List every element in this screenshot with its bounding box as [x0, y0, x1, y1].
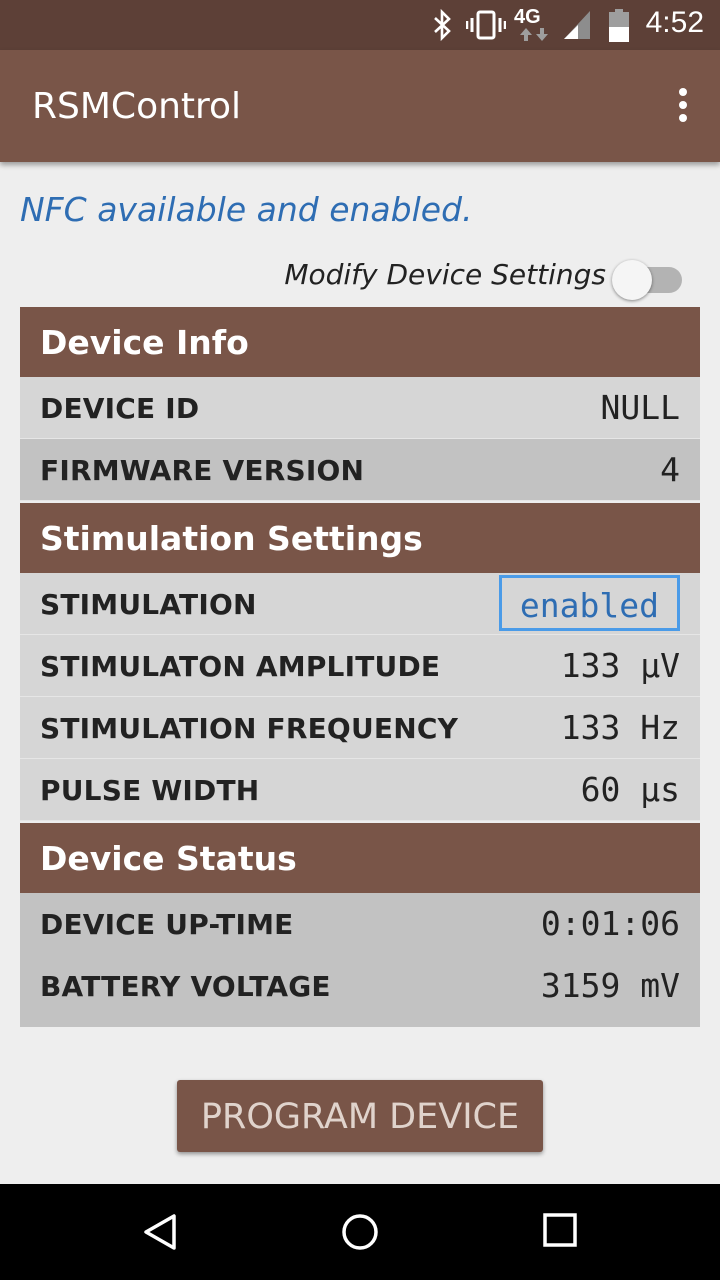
- stimulation-value-field[interactable]: enabled: [498, 575, 680, 631]
- firmware-version-value: 4: [660, 450, 680, 489]
- battery-voltage-label: BATTERY VOLTAGE: [40, 970, 331, 1003]
- row-device-id: DEVICE ID NULL: [20, 377, 700, 439]
- pulse-width-label: PULSE WIDTH: [40, 774, 260, 807]
- device-id-value: NULL: [600, 388, 680, 427]
- navigation-bar: [0, 1184, 720, 1280]
- stimulation-amplitude-label: STIMULATON AMPLITUDE: [40, 650, 441, 683]
- section-header-device-info: Device Info: [20, 307, 700, 377]
- pulse-width-value[interactable]: 60 µs: [581, 759, 680, 821]
- section-header-stimulation: Stimulation Settings: [20, 503, 700, 573]
- app-title: RSMControl: [32, 86, 242, 127]
- switch-thumb: [612, 260, 652, 300]
- device-uptime-value: 0:01:06: [540, 904, 680, 943]
- row-stimulation-amplitude: STIMULATON AMPLITUDE 133 µV: [20, 635, 700, 697]
- device-uptime-label: DEVICE UP-TIME: [40, 908, 294, 941]
- stimulation-frequency-label: STIMULATION FREQUENCY: [40, 712, 459, 745]
- bluetooth-icon: [434, 9, 451, 41]
- row-pulse-width: PULSE WIDTH 60 µs: [20, 759, 700, 821]
- device-id-label: DEVICE ID: [40, 392, 200, 425]
- recents-icon[interactable]: [542, 1212, 578, 1248]
- row-battery-voltage: BATTERY VOLTAGE 3159 mV: [20, 955, 700, 1017]
- battery-icon: [609, 9, 629, 42]
- row-stimulation-frequency: STIMULATION FREQUENCY 133 Hz: [20, 697, 700, 759]
- row-firmware-version: FIRMWARE VERSION 4: [20, 439, 700, 501]
- modify-settings-label: Modify Device Settings: [284, 258, 606, 291]
- back-icon[interactable]: [140, 1212, 180, 1252]
- program-device-button[interactable]: PROGRAM DEVICE: [177, 1080, 543, 1152]
- overflow-menu-icon[interactable]: [676, 88, 690, 128]
- stimulation-label: STIMULATION: [40, 588, 257, 621]
- network-4g-icon: 4G: [514, 6, 560, 44]
- battery-voltage-value: 3159 mV: [540, 966, 680, 1005]
- device-info-section: Device Info DEVICE ID NULL FIRMWARE VERS…: [20, 307, 700, 501]
- firmware-version-label: FIRMWARE VERSION: [40, 454, 365, 487]
- app-bar: RSMControl: [0, 50, 720, 162]
- vibrate-icon: [466, 10, 506, 40]
- nfc-status-text: NFC available and enabled.: [20, 190, 473, 229]
- stimulation-amplitude-value[interactable]: 133 µV: [561, 635, 680, 697]
- section-header-device-status: Device Status: [20, 823, 700, 893]
- stimulation-frequency-value[interactable]: 133 Hz: [561, 697, 680, 759]
- stimulation-settings-section: Stimulation Settings STIMULATION enabled…: [20, 503, 700, 821]
- row-device-uptime: DEVICE UP-TIME 0:01:06: [20, 893, 700, 955]
- clock-time: 4:52: [645, 6, 704, 39]
- modify-settings-switch[interactable]: [612, 260, 684, 300]
- device-status-section: Device Status DEVICE UP-TIME 0:01:06 BAT…: [20, 823, 700, 1027]
- home-icon[interactable]: [340, 1212, 380, 1252]
- status-bar: 4G 4:52: [0, 0, 720, 50]
- signal-icon: [564, 11, 590, 39]
- row-stimulation: STIMULATION enabled: [20, 573, 700, 635]
- device-status-rows: DEVICE UP-TIME 0:01:06 BATTERY VOLTAGE 3…: [20, 893, 700, 1027]
